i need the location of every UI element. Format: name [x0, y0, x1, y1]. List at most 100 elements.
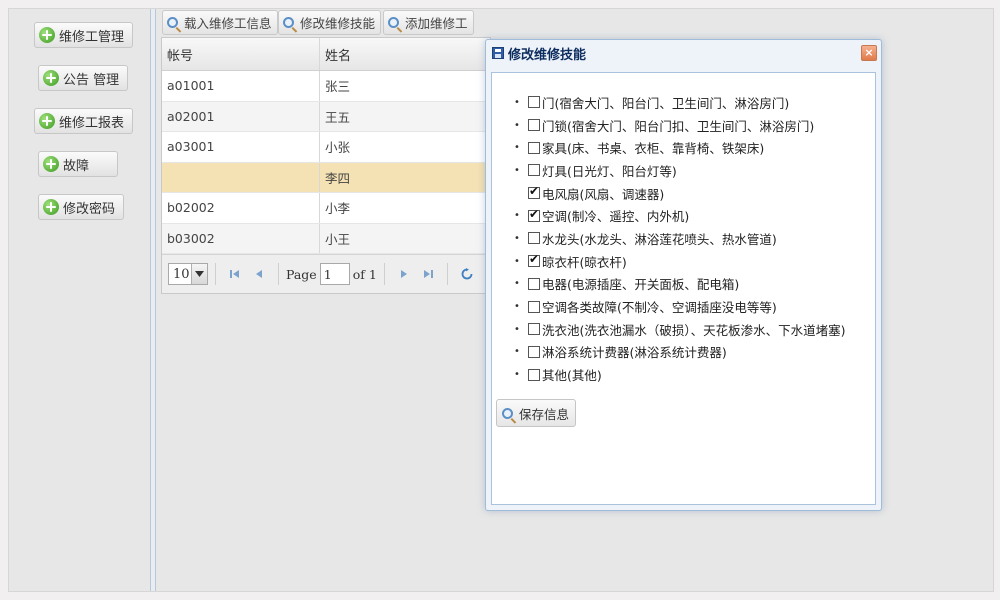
repairman-grid: 帐号 姓名 a01001 张三 a02001 王五 a03001 小张 李四 b…: [161, 37, 491, 294]
skill-label[interactable]: 门(宿舍大门、阳台门、卫生间门、淋浴房门): [542, 93, 789, 112]
pager-separator: [278, 263, 279, 285]
bullet-icon: •: [514, 210, 520, 222]
sidebar-item-change-password[interactable]: 修改密码: [38, 194, 125, 220]
skill-checkbox[interactable]: [528, 277, 540, 290]
skill-item: • 灯具(日光灯、阳台灯等): [514, 159, 846, 182]
load-repairman-info-button[interactable]: 载入维修工信息: [162, 10, 278, 35]
sidebar-item-label: 维修工管理: [59, 29, 125, 45]
sidebar-item-repairman-report[interactable]: 维修工报表: [34, 108, 134, 134]
table-row[interactable]: b02002 小李: [162, 193, 490, 224]
skill-checkbox[interactable]: [528, 207, 540, 222]
sidebar-item-repairman-management[interactable]: 维修工管理: [34, 22, 134, 48]
sidebar-item-fault[interactable]: 故障: [38, 151, 118, 177]
skill-checkbox[interactable]: [528, 141, 540, 154]
skill-item: • 门(宿舍大门、阳台门、卫生间门、淋浴房门): [514, 91, 846, 114]
skill-label[interactable]: 淋浴系统计费器(淋浴系统计费器): [542, 342, 727, 361]
skill-label[interactable]: 门锁(宿舍大门、阳台门扣、卫生间门、淋浴房门): [542, 116, 814, 135]
edit-skills-button[interactable]: 修改维修技能: [278, 10, 382, 35]
add-icon: [43, 70, 59, 86]
cell-account: a03001: [162, 132, 320, 162]
search-icon: [502, 407, 513, 419]
prev-page-icon[interactable]: [251, 266, 267, 282]
skill-label[interactable]: 空调各类故障(不制冷、空调插座没电等等): [542, 297, 777, 316]
table-row[interactable]: b03002 小王: [162, 223, 490, 254]
sidebar-item-label: 故障: [63, 158, 90, 174]
dialog-titlebar[interactable]: 修改维修技能: [486, 40, 881, 66]
skill-checkbox[interactable]: [528, 300, 540, 313]
pager-separator: [446, 263, 448, 285]
skill-item: • 其他(其他): [514, 363, 846, 386]
refresh-icon[interactable]: [459, 266, 475, 282]
column-header-name[interactable]: 姓名: [320, 38, 490, 70]
cell-account: b03002: [162, 223, 320, 253]
skill-item: • 门锁(宿舍大门、阳台门扣、卫生间门、淋浴房门): [514, 114, 846, 137]
dialog-title: 修改维修技能: [508, 47, 587, 63]
cell-name: 小王: [325, 231, 351, 247]
skill-checkbox[interactable]: [528, 184, 540, 200]
close-button[interactable]: ×: [861, 45, 877, 61]
bullet-icon: •: [514, 346, 520, 358]
add-icon: [43, 199, 59, 215]
cell-name: 李四: [325, 170, 351, 186]
pager-separator: [215, 263, 216, 285]
skill-checkbox[interactable]: [528, 368, 540, 381]
bullet-icon: •: [514, 96, 520, 108]
skill-checkbox[interactable]: [528, 119, 540, 132]
dialog-body: • 门(宿舍大门、阳台门、卫生间门、淋浴房门) • 门锁(宿舍大门、阳台门扣、卫…: [491, 72, 876, 505]
skill-checkbox[interactable]: [528, 323, 540, 336]
skill-label[interactable]: 电器(电源插座、开关面板、配电箱): [542, 274, 739, 293]
skill-label[interactable]: 晾衣杆(晾衣杆): [542, 252, 627, 271]
page-size-select[interactable]: 10: [168, 263, 208, 285]
bullet-icon: •: [514, 278, 520, 290]
edit-skills-label: 修改维修技能: [300, 16, 376, 31]
skill-checkbox[interactable]: [528, 232, 540, 245]
skill-label[interactable]: 灯具(日光灯、阳台灯等): [542, 161, 677, 180]
sidebar-item-announcement-management[interactable]: 公告 管理: [38, 65, 129, 91]
add-icon: [43, 156, 59, 172]
bullet-icon: •: [514, 369, 520, 381]
save-info-label: 保存信息: [519, 406, 570, 422]
grid-header: 帐号 姓名: [162, 38, 490, 71]
table-row[interactable]: a01001 张三: [162, 71, 490, 102]
bullet-icon: •: [514, 164, 520, 176]
cell-name: 王五: [325, 109, 351, 125]
skill-label[interactable]: 电风扇(风扇、调速器): [542, 184, 664, 203]
skill-checkbox[interactable]: [528, 345, 540, 358]
skill-checkbox[interactable]: [528, 164, 540, 177]
skill-item: • 水龙头(水龙头、淋浴莲花喷头、热水管道): [514, 227, 846, 250]
skill-label[interactable]: 洗衣池(洗衣池漏水（破损）、天花板渗水、下水道堵塞): [542, 320, 846, 339]
next-page-icon[interactable]: [396, 266, 412, 282]
skill-label[interactable]: 其他(其他): [542, 365, 602, 384]
first-page-icon[interactable]: [227, 266, 243, 282]
table-row[interactable]: a02001 王五: [162, 101, 490, 132]
save-info-button[interactable]: 保存信息: [496, 399, 577, 427]
column-header-account[interactable]: 帐号: [162, 38, 320, 70]
bullet-icon: •: [514, 255, 520, 267]
skill-item: • 电风扇(风扇、调速器): [514, 182, 846, 205]
skill-item: • 电器(电源插座、开关面板、配电箱): [514, 273, 846, 296]
cell-account: a01001: [162, 71, 320, 101]
table-row[interactable]: a03001 小张: [162, 132, 490, 163]
add-repairman-button[interactable]: 添加维修工: [383, 10, 474, 35]
skill-checkbox[interactable]: [528, 96, 540, 109]
pager-separator: [383, 263, 385, 285]
grid-body: a01001 张三 a02001 王五 a03001 小张 李四 b02002 …: [162, 71, 490, 254]
skill-label[interactable]: 家具(床、书桌、衣柜、靠背椅、铁架床): [542, 138, 764, 157]
bullet-icon: •: [514, 142, 520, 154]
bullet-icon: •: [514, 119, 520, 131]
edit-skills-dialog: 修改维修技能 × • 门(宿舍大门、阳台门、卫生间门、淋浴房门) • 门锁(宿舍…: [485, 39, 882, 511]
chevron-down-icon: [191, 264, 207, 284]
floppy-disk-icon: [492, 47, 504, 59]
search-icon: [388, 17, 399, 28]
add-icon: [39, 113, 55, 129]
sidebar: 维修工管理 公告 管理 维修工报表 故障 修改密码: [9, 9, 157, 591]
table-row-selected[interactable]: 李四: [162, 162, 490, 193]
last-page-icon[interactable]: [420, 266, 436, 282]
page-number-input[interactable]: 1: [319, 263, 350, 285]
sidebar-splitter[interactable]: [150, 9, 156, 591]
skill-checkbox[interactable]: [528, 252, 540, 268]
skill-label[interactable]: 空调(制冷、遥控、内外机): [542, 206, 689, 225]
cell-account: a02001: [162, 101, 320, 131]
skill-checklist: • 门(宿舍大门、阳台门、卫生间门、淋浴房门) • 门锁(宿舍大门、阳台门扣、卫…: [514, 91, 846, 386]
skill-label[interactable]: 水龙头(水龙头、淋浴莲花喷头、热水管道): [542, 229, 777, 248]
